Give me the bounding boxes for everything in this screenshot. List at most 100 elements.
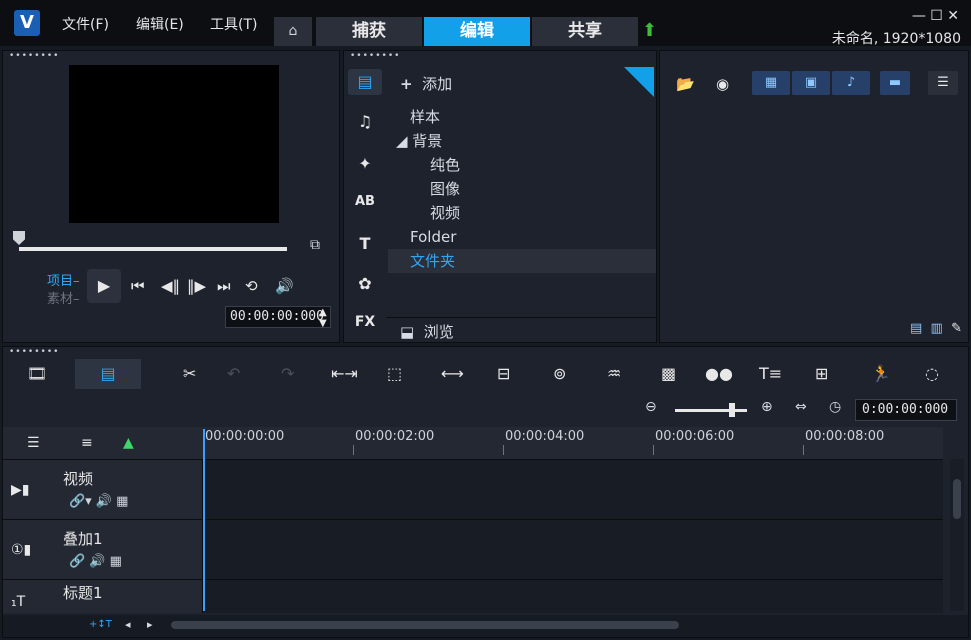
tree-item-solid-color[interactable]: 纯色 [388,153,656,177]
go-to-start-icon[interactable]: ⏮ [131,277,145,295]
motion-tracking-icon[interactable]: 🏃 [871,364,891,383]
record-capture-icon[interactable]: ◉ [716,75,729,93]
scroll-right-icon[interactable]: ▸ [147,618,153,631]
home-icon[interactable]: ⌂ [274,17,312,46]
upload-icon[interactable]: ⬆ [642,20,657,41]
tree-item-video[interactable]: 视频 [388,201,656,225]
zoom-out-icon[interactable]: ⊖ [645,399,657,415]
marker-icon[interactable]: ▲ [123,435,134,451]
tab-share[interactable]: 共享 [532,17,638,46]
import-folder-icon[interactable]: 📂 [676,75,695,93]
add-chapter-icon[interactable]: ≡ [81,435,93,451]
enlarge-preview-icon[interactable]: ⧉ [310,237,320,253]
fit-project-icon[interactable]: ⇔ [795,399,807,415]
scrub-bar[interactable] [19,247,287,251]
trim-icon[interactable]: ⊟ [497,364,510,383]
toggle-panel-icon[interactable]: ▬ [880,71,910,95]
panel-grip[interactable]: •••••••• [9,347,59,357]
show-video-icon[interactable]: ▦ [752,71,790,95]
zoom-in-icon[interactable]: ⊕ [761,399,773,415]
tree-item-folder-cn[interactable]: 文件夹 [388,249,656,273]
repeat-icon[interactable]: ⟲ [245,277,258,295]
transition-icon[interactable]: ✦ [348,151,382,177]
tab-edit[interactable]: 编辑 [424,17,530,46]
multi-camera-icon[interactable]: ▩ [661,364,676,383]
subtitle-icon[interactable]: T≡ [759,364,782,383]
media-icon[interactable]: ▤ [348,69,382,95]
play-button[interactable]: ▶ [87,269,121,303]
tree-item-sample[interactable]: 样本 [388,105,656,129]
fit-timeline-icon[interactable]: ⇤⇥ [331,364,358,383]
scrub-handle[interactable] [13,231,25,245]
ruler-label: 00:00:02:00 [355,429,435,444]
add-folder-button[interactable]: + 添加 [400,73,452,94]
vertical-scrollbar[interactable] [950,459,964,611]
preview-panel: •••••••• ⧉ 项目– 素材– ▶ ⏮ ◀‖ ‖▶ ⏭ ⟲ 🔊 00:00… [2,50,340,343]
tree-item-folder[interactable]: Folder [388,225,656,249]
storyboard-view-icon[interactable]: 🎞 [27,364,47,383]
track-lane[interactable] [203,460,943,520]
scroll-left-icon[interactable]: ◂ [125,618,131,631]
mode-clip[interactable]: 素材– [47,288,80,307]
mode-project[interactable]: 项目– [47,270,80,289]
show-audio-icon[interactable]: ♪ [832,71,870,95]
screen-record-icon[interactable]: ⬚ [387,364,402,383]
grid-view-icon[interactable]: ▥ [931,321,943,336]
track-manager-icon[interactable]: ☰ [27,435,40,451]
tree-item-image[interactable]: 图像 [388,177,656,201]
record-voice-icon[interactable]: ⊚ [553,364,566,383]
go-to-end-icon[interactable]: ⏭ [217,277,231,295]
menu-edit[interactable]: 编辑(E) [136,14,184,34]
track-lane[interactable] [203,520,943,580]
time-ruler[interactable]: 00:00:00:00 00:00:02:00 00:00:04:00 00:0… [203,427,943,459]
edit-icon[interactable]: ✎ [951,321,962,336]
scrollbar-thumb[interactable] [953,479,961,519]
track-name: 视频 [63,470,94,488]
text-icon[interactable]: T [348,231,382,257]
track-lane[interactable] [203,580,943,613]
thumbnail-icon[interactable]: ▤ [910,321,922,336]
track-header[interactable]: ₁T 标题1 [3,580,203,613]
track-height-icon[interactable]: +↕T [89,619,112,630]
panel-grip[interactable]: •••••••• [9,51,59,61]
window-controls[interactable]: — ☐ ✕ [912,8,959,24]
browse-button[interactable]: ⬓ 浏览 [400,321,454,342]
menu-file[interactable]: 文件(F) [62,14,109,34]
split-icon[interactable]: ⟷ [441,364,464,383]
preview-timecode[interactable]: 00:00:00:000 [225,306,331,328]
split-screen-icon[interactable]: ⊞ [815,364,828,383]
timeline-view-icon[interactable]: ▤ [75,359,141,389]
timeline-timecode[interactable]: 0:00:00:000 [855,399,957,421]
path-icon[interactable]: ◌ [925,364,939,383]
timecode-stepper[interactable]: ▲ ▼ [319,307,327,329]
panel-grip[interactable]: •••••••• [350,51,400,61]
track-header[interactable]: ▶▮ 视频 🔗▾ 🔊 ▦ [3,460,203,520]
volume-icon[interactable]: 🔊 [275,277,294,295]
playhead[interactable] [203,429,205,611]
prev-frame-icon[interactable]: ◀‖ [161,277,180,295]
zoom-slider-handle[interactable] [729,403,735,417]
tab-capture[interactable]: 捕获 [316,17,422,46]
show-photo-icon[interactable]: ▣ [792,71,830,95]
horizontal-scrollbar[interactable]: +↕T ◂ ▸ [3,615,968,637]
motion-icon[interactable]: ●● [705,364,733,383]
tree-item-background[interactable]: ◢ 背景 [388,129,656,153]
track-header[interactable]: ①▮ 叠加1 🔗 🔊 ▦ [3,520,203,580]
list-view-icon[interactable]: ☰ [928,71,958,95]
title-ab-icon[interactable]: AB [348,189,382,215]
media-view-options[interactable]: ▤ ▥ ✎ [910,321,962,336]
pin-icon[interactable] [624,67,654,97]
zoom-slider[interactable] [675,409,747,412]
menu-tools[interactable]: 工具(T) [210,14,257,34]
fx-icon[interactable]: FX [348,309,382,335]
next-frame-icon[interactable]: ‖▶ [187,277,206,295]
track-tools[interactable]: 🔗▾ 🔊 ▦ [69,494,128,509]
undo-icon[interactable]: ↶ [227,364,240,383]
audio-mixer-icon[interactable]: ♒ [607,364,621,383]
scrollbar-thumb[interactable] [171,621,679,629]
redo-icon[interactable]: ↷ [281,364,294,383]
track-tools[interactable]: 🔗 🔊 ▦ [69,554,122,569]
music-icon[interactable]: ♫ [348,109,382,135]
tools-icon[interactable]: ✂ [183,364,196,383]
graphics-icon[interactable]: ✿ [348,271,382,297]
